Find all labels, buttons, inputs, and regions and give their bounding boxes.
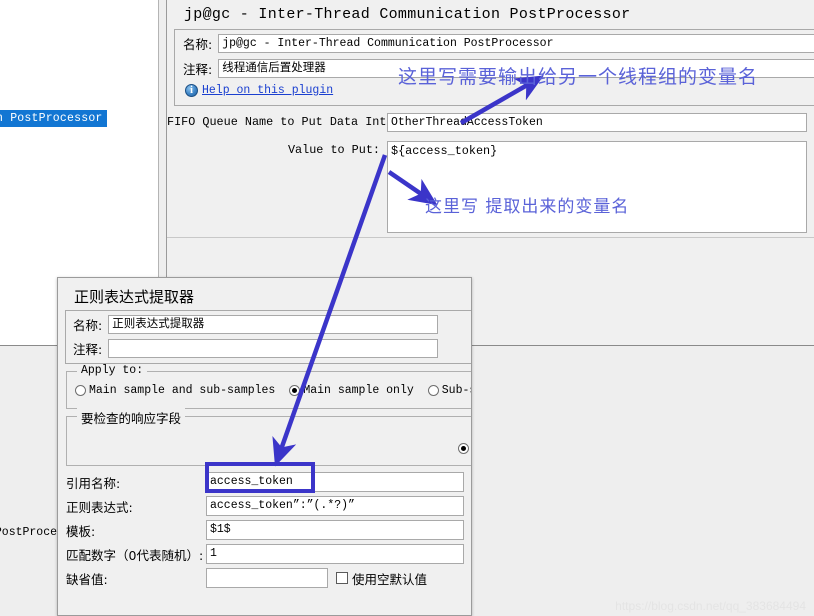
form-row-default-value: 缺省值: 使用空默认值 [58,567,471,589]
dialog-name-label: 名称: [73,318,103,333]
radio-main-only[interactable]: Main sample only [289,384,414,397]
radio-label: Main sample only [303,384,414,397]
reference-name-input[interactable]: access_token [206,472,464,492]
fifo-queue-row: FIFO Queue Name to Put Data Into: OtherT… [167,113,814,132]
dialog-title: 正则表达式提取器 [74,288,195,306]
dialog-name-input[interactable]: 正则表达式提取器 [108,315,439,334]
name-label: 名称: [183,37,213,52]
regex-extractor-dialog: 正则表达式提取器 名称: 正则表达式提取器 注释: Apply to: Main… [57,277,472,616]
comment-row: 注释: 线程通信后置处理器 [183,59,814,78]
radio-label: Sub-sampl [441,384,471,397]
apply-to-group: Apply to: Main sample and sub-samples Ma… [66,364,471,409]
response-field-group: 要检查的响应字段 主体 [66,408,471,466]
form-row-regex: 正则表达式: access_token”:”(.*?)” [58,495,471,517]
dialog-name-comment-box: 名称: 正则表达式提取器 注释: [65,310,471,364]
comment-label: 注释: [183,62,213,77]
dialog-comment-input[interactable] [108,339,439,358]
panel-title: jp@gc - Inter-Thread Communication PostP… [184,6,631,23]
form-row-template: 模板: $1$ [58,519,471,541]
name-comment-box: 名称: jp@gc - Inter-Thread Communication P… [174,29,814,106]
dialog-comment-label: 注释: [73,342,103,357]
help-link[interactable]: Help on this plugin [202,84,333,97]
name-input[interactable]: jp@gc - Inter-Thread Communication PostP… [218,34,814,53]
value-to-put-row: Value to Put: ${access_token} [167,141,814,233]
help-row[interactable]: Help on this plugin [185,84,333,97]
radio-dot-icon [289,385,301,396]
regex-label: 正则表达式: [66,499,133,515]
reference-name-label: 引用名称: [66,475,121,491]
checkbox-icon [336,572,348,584]
match-number-input[interactable]: 1 [206,544,464,564]
regex-form-rows: 引用名称: access_token 正则表达式: access_token”:… [58,471,471,591]
dialog-comment-row: 注释: [73,339,439,358]
apply-to-radio-row: Main sample and sub-samples Main sample … [75,384,471,397]
screenshot-root: n PostProcessor ePostProcessor jp@gc - I… [0,0,814,616]
radio-dot-icon [75,385,86,396]
fifo-queue-input[interactable]: OtherThreadAccessToken [387,113,807,132]
tree-item-selected[interactable]: n PostProcessor [0,110,107,127]
dialog-name-row: 名称: 正则表达式提取器 [73,315,439,334]
value-to-put-label: Value to Put: [287,143,380,157]
template-label: 模板: [66,523,96,539]
name-row: 名称: jp@gc - Inter-Thread Communication P… [183,34,814,53]
comment-input[interactable]: 线程通信后置处理器 [218,59,814,78]
fifo-queue-label: FIFO Queue Name to Put Data Into: [167,115,401,129]
use-empty-default-checkbox[interactable]: 使用空默认值 [336,569,427,588]
template-input[interactable]: $1$ [206,520,464,540]
value-to-put-textarea[interactable]: ${access_token} [387,141,807,233]
form-row-reference-name: 引用名称: access_token [58,471,471,493]
use-empty-default-label: 使用空默认值 [352,571,428,587]
form-row-match-number: 匹配数字（0代表随机）: 1 [58,543,471,565]
radio-dot-icon [457,443,469,454]
match-number-label: 匹配数字（0代表随机）: [66,547,204,563]
apply-to-legend: Apply to: [77,364,148,377]
panel-divider [167,237,814,238]
default-value-input[interactable] [206,568,328,588]
radio-main-and-sub[interactable]: Main sample and sub-samples [75,384,275,397]
watermark: https://blog.csdn.net/qq_383684494 [615,599,806,613]
radio-response-body[interactable]: 主体 [457,439,471,458]
radio-label: Main sample and sub-samples [89,384,276,397]
info-icon [185,84,198,97]
radio-sub-samples[interactable]: Sub-sampl [427,384,471,397]
default-value-label: 缺省值: [66,571,108,587]
response-field-legend: 要检查的响应字段 [77,408,186,427]
regex-input[interactable]: access_token”:”(.*?)” [206,496,464,516]
radio-dot-icon [427,385,439,396]
